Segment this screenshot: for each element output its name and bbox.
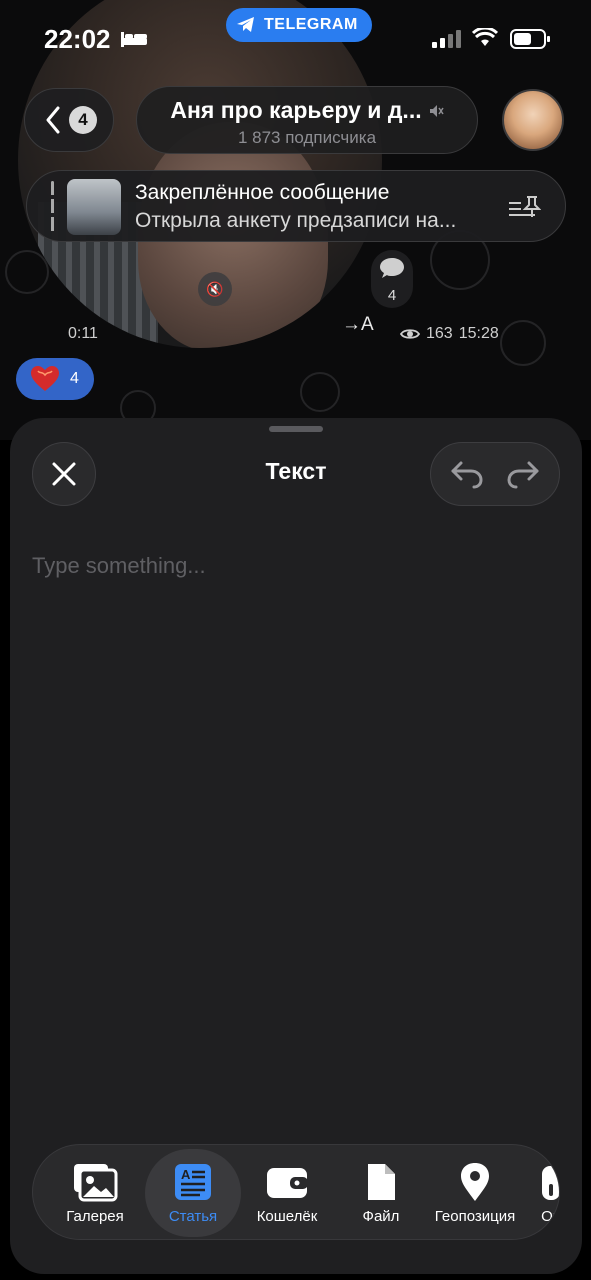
wallet-icon <box>267 1167 308 1198</box>
cellular-signal-icon <box>432 30 461 48</box>
view-count: 163 <box>426 325 453 342</box>
channel-title: Аня про карьеру и д... <box>170 97 422 123</box>
tab-location-label: Геопозиция <box>434 1207 516 1225</box>
chevron-left-icon <box>46 106 60 134</box>
telegram-pill[interactable]: TELEGRAM <box>226 8 372 42</box>
pinned-message-bar[interactable]: Закреплённое сообщение Открыла анкету пр… <box>26 170 566 242</box>
doodle-decoration <box>300 372 340 412</box>
unread-count-badge: 4 <box>69 106 97 134</box>
back-button[interactable]: 4 <box>24 88 114 152</box>
tab-article-label: Статья <box>168 1207 218 1225</box>
wifi-icon <box>472 28 498 46</box>
comments-button[interactable]: 4 <box>371 250 413 308</box>
tab-file-label: Файл <box>362 1207 400 1225</box>
pinned-title: Закреплённое сообщение <box>135 181 390 204</box>
svg-text:A: A <box>181 1167 191 1182</box>
tab-poll[interactable]: Оп <box>521 1145 560 1239</box>
location-icon <box>461 1162 489 1201</box>
poll-icon <box>542 1165 559 1200</box>
text-input[interactable] <box>32 546 552 586</box>
sleep-focus-icon <box>121 32 147 47</box>
pinned-text: Открыла анкету предзаписи на... <box>135 209 457 232</box>
pin-list-icon[interactable] <box>507 193 541 221</box>
redo-button[interactable] <box>503 454 543 494</box>
status-bar: 22:02 TELEGRAM <box>0 0 591 78</box>
battery-icon <box>510 29 550 49</box>
tab-location[interactable]: Геопозиция <box>427 1145 523 1239</box>
doodle-decoration <box>500 320 546 366</box>
subscriber-count: 1 873 подписчика <box>237 128 377 147</box>
tab-article[interactable]: A Статья <box>145 1149 241 1237</box>
heart-reaction-icon <box>31 366 59 391</box>
channel-header[interactable]: Аня про карьеру и д... 1 873 подписчика <box>136 86 478 154</box>
translate-button[interactable]: →A <box>342 314 374 336</box>
attachment-tabbar: Галерея A Статья Кошелёк Файл Геопозиция… <box>32 1144 560 1240</box>
comment-bubble-icon <box>380 258 404 278</box>
tab-file[interactable]: Файл <box>333 1145 429 1239</box>
video-duration: 0:11 <box>68 325 98 342</box>
pinned-thumbnail <box>67 179 121 235</box>
text-editor-sheet: Текст Галерея <box>10 418 582 1274</box>
status-time: 22:02 <box>44 24 111 54</box>
file-icon <box>368 1163 395 1200</box>
tab-wallet[interactable]: Кошелёк <box>239 1145 335 1239</box>
redo-icon <box>507 461 539 489</box>
undo-button[interactable] <box>447 454 487 494</box>
eye-icon <box>400 329 420 339</box>
undo-redo-group <box>430 442 560 506</box>
muted-speaker-icon[interactable]: 🔇 <box>198 272 232 306</box>
channel-avatar[interactable] <box>502 89 564 151</box>
tab-gallery-label: Галерея <box>66 1207 124 1225</box>
comment-count: 4 <box>387 287 397 304</box>
tab-poll-label: Оп <box>541 1207 560 1225</box>
article-icon: A <box>175 1163 211 1200</box>
gallery-icon <box>74 1163 118 1201</box>
message-time: 15:28 <box>458 325 499 342</box>
message-views: 163 15:28 <box>400 325 499 343</box>
tab-wallet-label: Кошелёк <box>256 1207 318 1225</box>
reaction-count: 4 <box>70 370 79 387</box>
telegram-icon <box>237 17 254 32</box>
sheet-grabber[interactable] <box>269 426 323 432</box>
reaction-chip[interactable]: 4 <box>16 358 94 400</box>
tab-gallery[interactable]: Галерея <box>47 1145 143 1239</box>
pinned-indicator <box>51 181 54 233</box>
muted-icon <box>429 104 444 117</box>
telegram-pill-label: TELEGRAM <box>264 16 358 33</box>
undo-icon <box>451 461 483 489</box>
